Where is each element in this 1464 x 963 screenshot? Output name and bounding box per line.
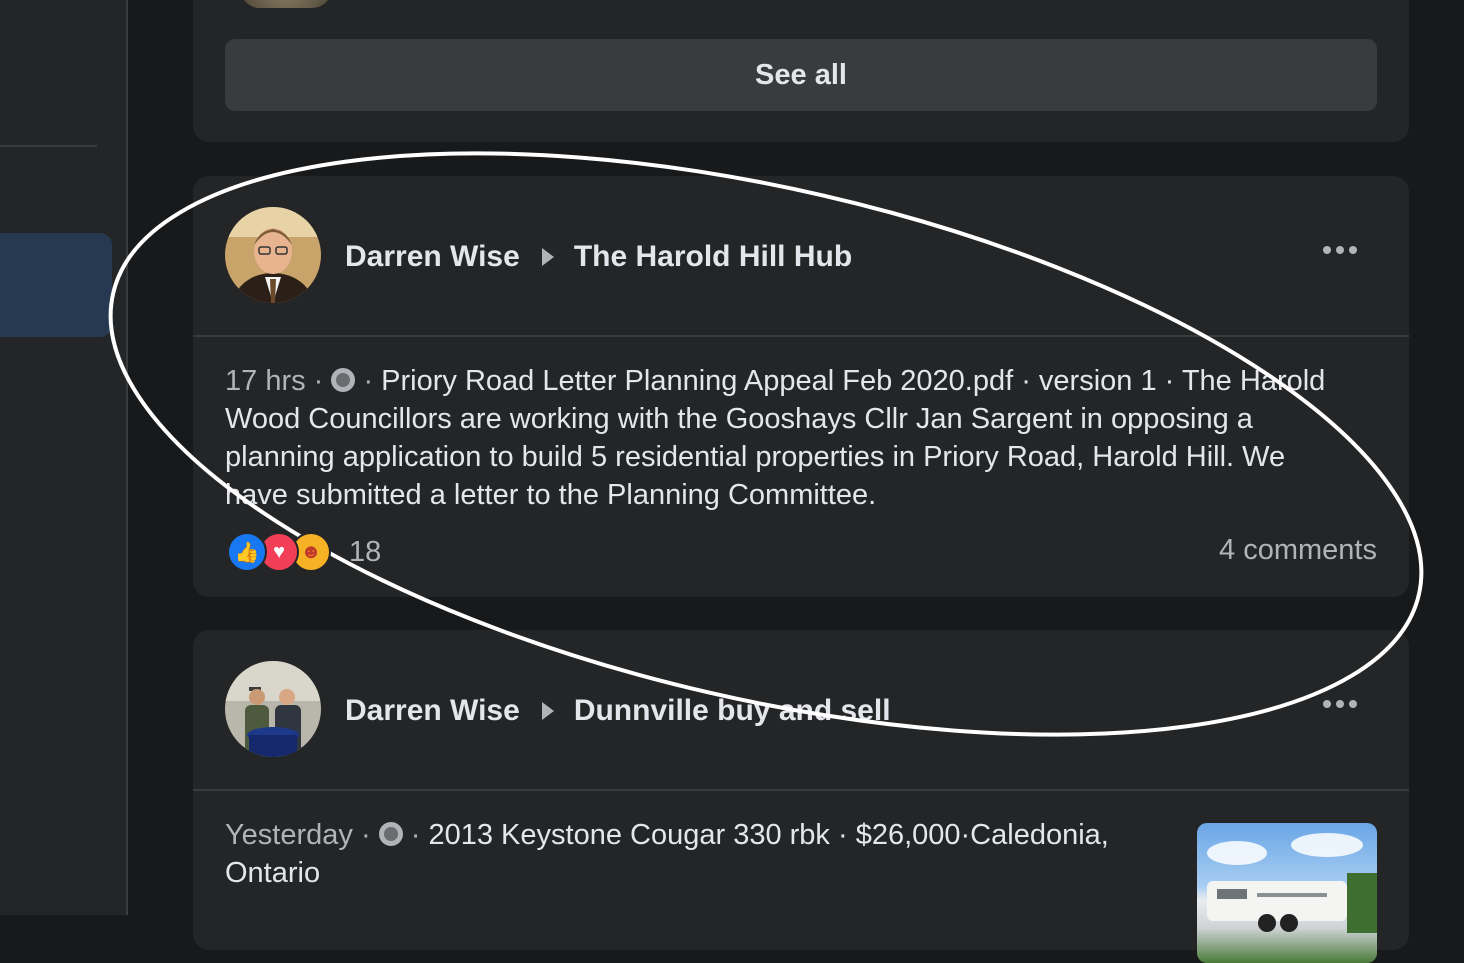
group-name[interactable]: Dunnville buy and sell: [574, 694, 891, 728]
left-sidebar: [0, 0, 128, 915]
post-title: Darren Wise The Harold Hill Hub: [345, 238, 852, 276]
caret-right-icon: [541, 248, 554, 266]
post-text: 17 hrs · · Priory Road Letter Planning A…: [225, 365, 1326, 511]
author-name[interactable]: Darren Wise: [345, 240, 520, 274]
post-header: Darren Wise Dunnville buy and sell: [193, 630, 1409, 791]
author-avatar[interactable]: [225, 207, 321, 303]
more-options-icon[interactable]: [1323, 246, 1357, 254]
see-all-button[interactable]: See all: [225, 39, 1377, 111]
header-divider: [193, 335, 1409, 337]
avatar-partial: [240, 0, 332, 8]
post-time[interactable]: Yesterday: [225, 819, 353, 851]
author-name[interactable]: Darren Wise: [345, 694, 520, 728]
like-icon: 👍: [227, 532, 267, 572]
post-time[interactable]: 17 hrs: [225, 365, 306, 397]
previous-card: See all: [193, 0, 1409, 142]
post-content: Priory Road Letter Planning Appeal Feb 2…: [225, 365, 1326, 511]
globe-icon: [378, 822, 403, 846]
post-card: Darren Wise Dunnville buy and sell Yeste…: [193, 630, 1409, 963]
sidebar-divider: [0, 145, 97, 147]
post-title: Darren Wise Dunnville buy and sell: [345, 692, 891, 730]
post-text: Yesterday · · 2013 Keystone Cougar 330 r…: [225, 819, 1109, 889]
listing-thumbnail[interactable]: [1197, 823, 1377, 963]
reaction-count: 18: [349, 535, 382, 568]
group-icon: [331, 368, 356, 392]
reactions-summary[interactable]: 👍 ♥ ☻ 18: [227, 532, 381, 572]
post-card: Darren Wise The Harold Hill Hub 17 hrs ·…: [193, 176, 1409, 597]
post-header: Darren Wise The Harold Hill Hub: [193, 176, 1409, 337]
header-divider: [193, 789, 1409, 791]
comments-link[interactable]: 4 comments: [1219, 534, 1377, 567]
sidebar-selected-item[interactable]: [0, 233, 112, 337]
more-options-icon[interactable]: [1323, 700, 1357, 708]
caret-right-icon: [541, 702, 554, 720]
group-name[interactable]: The Harold Hill Hub: [574, 240, 852, 274]
author-avatar[interactable]: [225, 661, 321, 757]
